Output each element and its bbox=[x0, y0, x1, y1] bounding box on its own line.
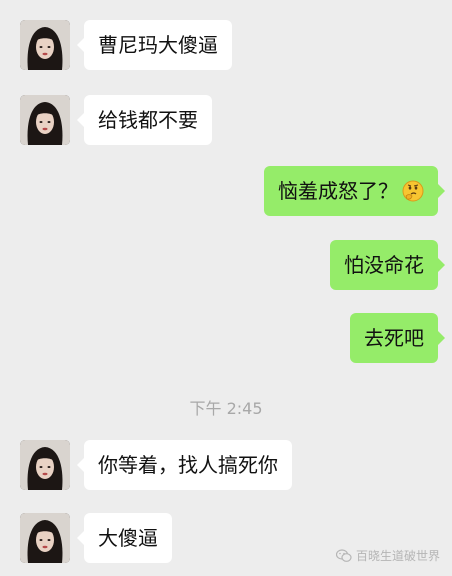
message-bubble-sent[interactable]: 怕没命花 bbox=[330, 240, 445, 290]
message-text: 恼羞成怒了？ bbox=[278, 179, 398, 203]
message-bubble-sent[interactable]: 去死吧 bbox=[350, 313, 445, 363]
message-text: 曹尼玛大傻逼 bbox=[98, 33, 218, 57]
avatar-portrait-icon bbox=[20, 20, 70, 70]
message-timestamp: 下午 2:45 bbox=[189, 399, 263, 418]
chat-window: 曹尼玛大傻逼 给钱都不要 恼羞成怒了？ 怕没命花 去死吧 下午 2:45 你等着… bbox=[0, 0, 452, 576]
avatar-portrait-icon bbox=[20, 95, 70, 145]
avatar-portrait-icon bbox=[20, 513, 70, 563]
message-bubble-received[interactable]: 你等着，找人搞死你 bbox=[77, 440, 292, 490]
wechat-icon bbox=[335, 548, 352, 562]
message-text: 去死吧 bbox=[364, 326, 424, 350]
contact-avatar[interactable] bbox=[20, 513, 70, 563]
message-text: 你等着，找人搞死你 bbox=[98, 453, 278, 477]
contact-avatar[interactable] bbox=[20, 95, 70, 145]
contact-avatar[interactable] bbox=[20, 440, 70, 490]
message-text: 大傻逼 bbox=[98, 526, 158, 550]
message-bubble-received[interactable]: 曹尼玛大傻逼 bbox=[77, 20, 232, 70]
message-text: 给钱都不要 bbox=[98, 108, 198, 132]
avatar-portrait-icon bbox=[20, 440, 70, 490]
thinking-face-emoji-icon bbox=[402, 170, 424, 202]
message-bubble-received[interactable]: 大傻逼 bbox=[77, 513, 172, 563]
message-bubble-sent[interactable]: 恼羞成怒了？ bbox=[264, 166, 445, 216]
watermark: 百晓生道破世界 bbox=[335, 547, 440, 564]
watermark-text: 百晓生道破世界 bbox=[355, 549, 440, 563]
message-bubble-received[interactable]: 给钱都不要 bbox=[77, 95, 212, 145]
message-text: 怕没命花 bbox=[344, 253, 424, 277]
contact-avatar[interactable] bbox=[20, 20, 70, 70]
